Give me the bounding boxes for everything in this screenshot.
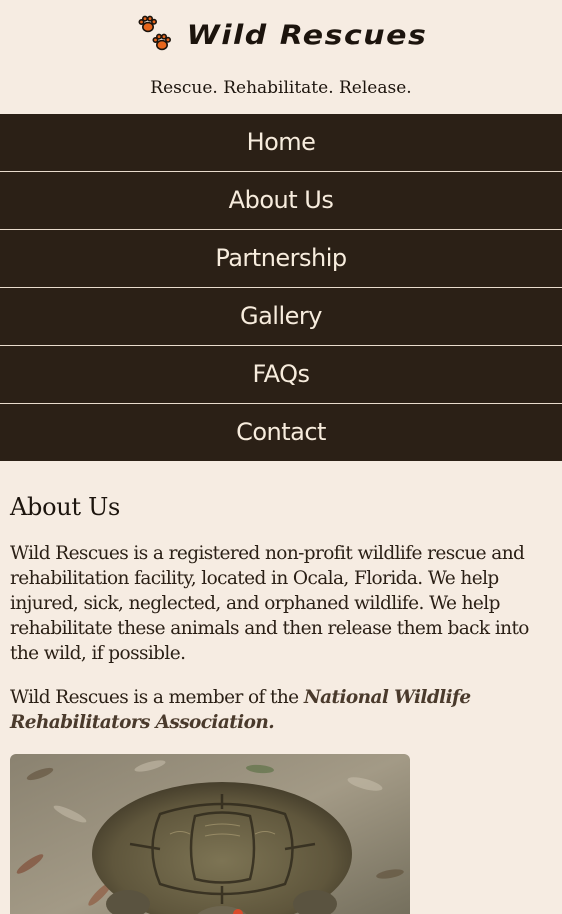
site-header: Wild Rescues Rescue. Rehabilitate. Relea… [0,0,562,114]
tagline: Rescue. Rehabilitate. Release. [150,78,412,98]
nav-item-contact[interactable]: Contact [0,404,562,461]
page-title: About Us [10,493,121,521]
tortoise-photo [10,754,410,914]
brand[interactable]: Wild Rescues [0,14,562,56]
main-nav: Home About Us Partnership Gallery FAQs C… [0,114,562,461]
brand-name: Wild Rescues [186,19,428,51]
membership-paragraph: Wild Rescues is a member of the National… [10,685,552,735]
nav-item-gallery[interactable]: Gallery [0,288,562,346]
membership-text: Wild Rescues is a member of the [10,687,304,708]
paw-prints-icon [138,15,171,51]
nav-item-faqs[interactable]: FAQs [0,346,562,404]
nav-item-about-us[interactable]: About Us [0,172,562,230]
nav-item-partnership[interactable]: Partnership [0,230,562,288]
main-content: About Us Wild Rescues is a registered no… [0,461,562,914]
about-paragraph: Wild Rescues is a registered non-profit … [10,543,529,664]
nav-item-home[interactable]: Home [0,114,562,172]
